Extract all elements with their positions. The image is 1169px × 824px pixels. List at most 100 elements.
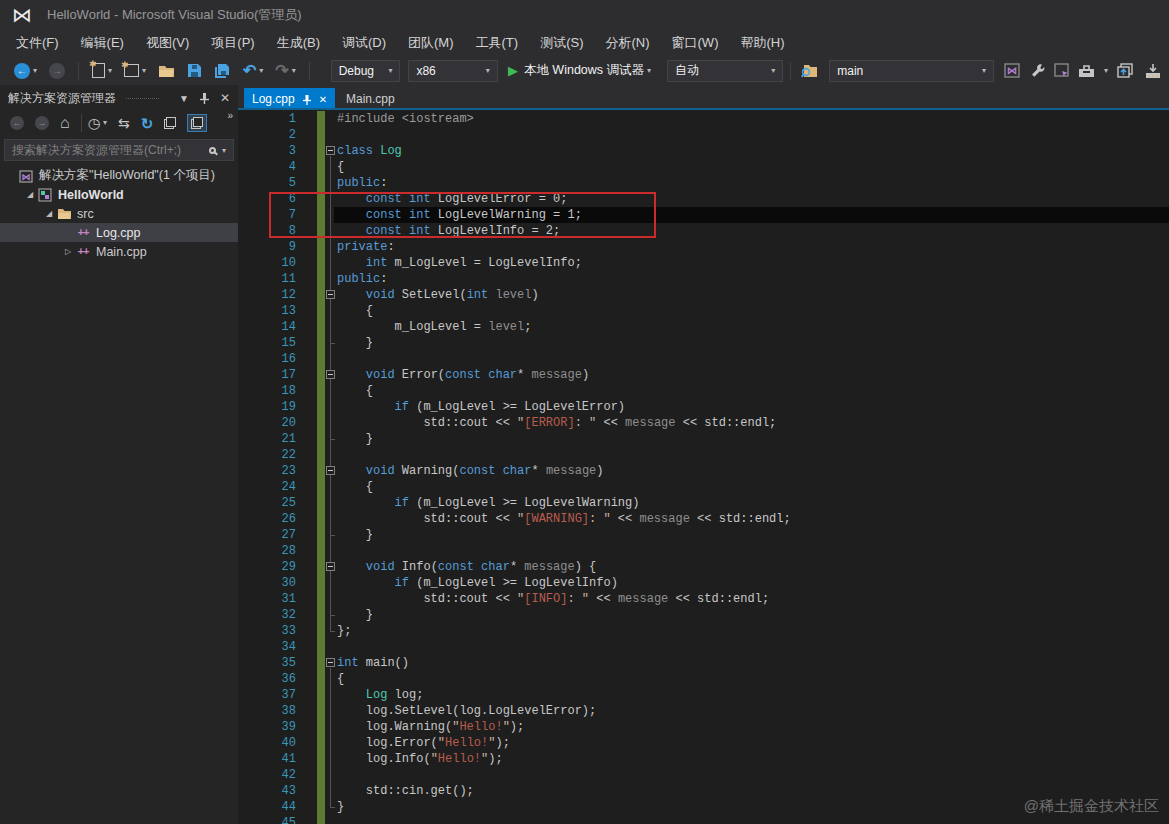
toolbox-button[interactable]: [1078, 59, 1095, 83]
line-number[interactable]: 14: [238, 319, 296, 335]
line-number[interactable]: 29: [238, 559, 296, 575]
line-number[interactable]: 34: [238, 639, 296, 655]
line-number[interactable]: 12: [238, 287, 296, 303]
menu-item[interactable]: 生成(B): [267, 31, 330, 55]
navigate-windows-button[interactable]: [1116, 59, 1133, 83]
tree-item-src[interactable]: ◢src: [0, 204, 238, 223]
menu-item[interactable]: 视图(V): [136, 31, 199, 55]
configuration-dropdown[interactable]: Debug▾: [331, 60, 401, 82]
tab-main-cpp[interactable]: Main.cpp: [338, 88, 403, 110]
line-number[interactable]: 23: [238, 463, 296, 479]
close-icon[interactable]: ✕: [220, 91, 230, 105]
line-number[interactable]: 11: [238, 271, 296, 287]
branch-dropdown[interactable]: main▾: [829, 60, 994, 82]
fold-toggle-icon[interactable]: [326, 466, 335, 475]
line-number[interactable]: 45: [238, 815, 296, 824]
watch-mode-dropdown[interactable]: 自动▾: [667, 60, 783, 82]
close-icon[interactable]: ✕: [319, 94, 327, 105]
open-file-button[interactable]: [158, 59, 175, 83]
navigate-back-button[interactable]: ←▾: [14, 59, 37, 83]
line-number[interactable]: 22: [238, 447, 296, 463]
find-in-files-button[interactable]: [801, 59, 818, 83]
home-button[interactable]: ⌂: [60, 115, 70, 131]
sync-with-active-document-button[interactable]: ⇆: [118, 116, 130, 130]
line-number[interactable]: 42: [238, 767, 296, 783]
attach-button[interactable]: ⋈: [1004, 59, 1020, 83]
pin-icon[interactable]: [302, 94, 312, 105]
panel-drag-handle[interactable]: [126, 98, 159, 99]
line-number[interactable]: 18: [238, 383, 296, 399]
fold-toggle-icon[interactable]: [326, 370, 335, 379]
line-number[interactable]: 25: [238, 495, 296, 511]
forward-button[interactable]: →: [35, 116, 49, 130]
line-number[interactable]: 32: [238, 607, 296, 623]
line-number[interactable]: 3: [238, 143, 296, 159]
line-number[interactable]: 30: [238, 575, 296, 591]
start-debugging-button[interactable]: ▶本地 Windows 调试器▾: [508, 59, 651, 83]
panel-menu-chevron-icon[interactable]: ▼: [179, 93, 189, 104]
line-number[interactable]: 36: [238, 671, 296, 687]
line-number[interactable]: 21: [238, 431, 296, 447]
fold-toggle-icon[interactable]: [326, 290, 335, 299]
line-number[interactable]: 13: [238, 303, 296, 319]
line-number[interactable]: 31: [238, 591, 296, 607]
line-number[interactable]: 10: [238, 255, 296, 271]
fold-toggle-icon[interactable]: [326, 562, 335, 571]
menu-item[interactable]: 团队(M): [398, 31, 464, 55]
solution-search-box[interactable]: 搜索解决方案资源管理器(Ctrl+;) ▾: [4, 139, 234, 161]
line-number[interactable]: 2: [238, 127, 296, 143]
menu-item[interactable]: 工具(T): [466, 31, 529, 55]
line-number[interactable]: 41: [238, 751, 296, 767]
redo-button[interactable]: ↷▾: [275, 59, 295, 83]
line-number[interactable]: 44: [238, 799, 296, 815]
expanded-arrow-icon[interactable]: ◢: [23, 190, 37, 199]
tree-item-log-cpp[interactable]: ++Log.cpp: [0, 223, 238, 242]
undo-button[interactable]: ↶▾: [243, 59, 263, 83]
line-number[interactable]: 37: [238, 687, 296, 703]
line-number[interactable]: 26: [238, 511, 296, 527]
line-number[interactable]: 28: [238, 543, 296, 559]
line-number[interactable]: 35: [238, 655, 296, 671]
menu-item[interactable]: 测试(S): [530, 31, 593, 55]
menu-item[interactable]: 调试(D): [332, 31, 396, 55]
feedback-button[interactable]: [1054, 59, 1070, 83]
new-file-button[interactable]: ✱▾: [92, 59, 112, 83]
line-number[interactable]: 39: [238, 719, 296, 735]
fold-toggle-icon[interactable]: [326, 146, 335, 155]
line-number[interactable]: 1: [238, 111, 296, 127]
tab-log-cpp[interactable]: Log.cpp ✕: [244, 88, 335, 110]
line-number[interactable]: 15: [238, 335, 296, 351]
extensions-button[interactable]: [1145, 59, 1161, 83]
line-number[interactable]: 16: [238, 351, 296, 367]
menu-item[interactable]: 帮助(H): [730, 31, 794, 55]
back-button[interactable]: ←: [10, 116, 24, 130]
line-number[interactable]: 4: [238, 159, 296, 175]
menu-item[interactable]: 项目(P): [201, 31, 264, 55]
line-number[interactable]: 9: [238, 239, 296, 255]
tree-item--helloworld-[interactable]: ⋈解决方案"HelloWorld"(1 个项目): [0, 166, 238, 185]
menu-item[interactable]: 分析(N): [595, 31, 659, 55]
collapsed-arrow-icon[interactable]: ▷: [61, 247, 75, 256]
line-number[interactable]: 33: [238, 623, 296, 639]
line-number[interactable]: 43: [238, 783, 296, 799]
options-button[interactable]: [1030, 59, 1046, 83]
refresh-icon[interactable]: ↻: [141, 116, 154, 131]
line-number[interactable]: 20: [238, 415, 296, 431]
pending-changes-filter-button[interactable]: ◷▾: [88, 116, 107, 130]
save-all-button[interactable]: [214, 59, 231, 83]
show-all-files-button[interactable]: [187, 114, 207, 132]
platform-dropdown[interactable]: x86▾: [408, 60, 497, 82]
menu-item[interactable]: 文件(F): [6, 31, 69, 55]
menu-item[interactable]: 窗口(W): [662, 31, 729, 55]
expanded-arrow-icon[interactable]: ◢: [42, 209, 56, 218]
toolbar-overflow-button[interactable]: ▾: [1101, 59, 1108, 83]
tree-item-helloworld[interactable]: ◢HelloWorld: [0, 185, 238, 204]
save-button[interactable]: [187, 59, 202, 83]
line-number[interactable]: 19: [238, 399, 296, 415]
line-number[interactable]: 17: [238, 367, 296, 383]
line-number[interactable]: 40: [238, 735, 296, 751]
toolbar-overflow-icon[interactable]: »: [227, 110, 233, 121]
line-number[interactable]: 38: [238, 703, 296, 719]
fold-toggle-icon[interactable]: [326, 658, 335, 667]
line-number[interactable]: 27: [238, 527, 296, 543]
